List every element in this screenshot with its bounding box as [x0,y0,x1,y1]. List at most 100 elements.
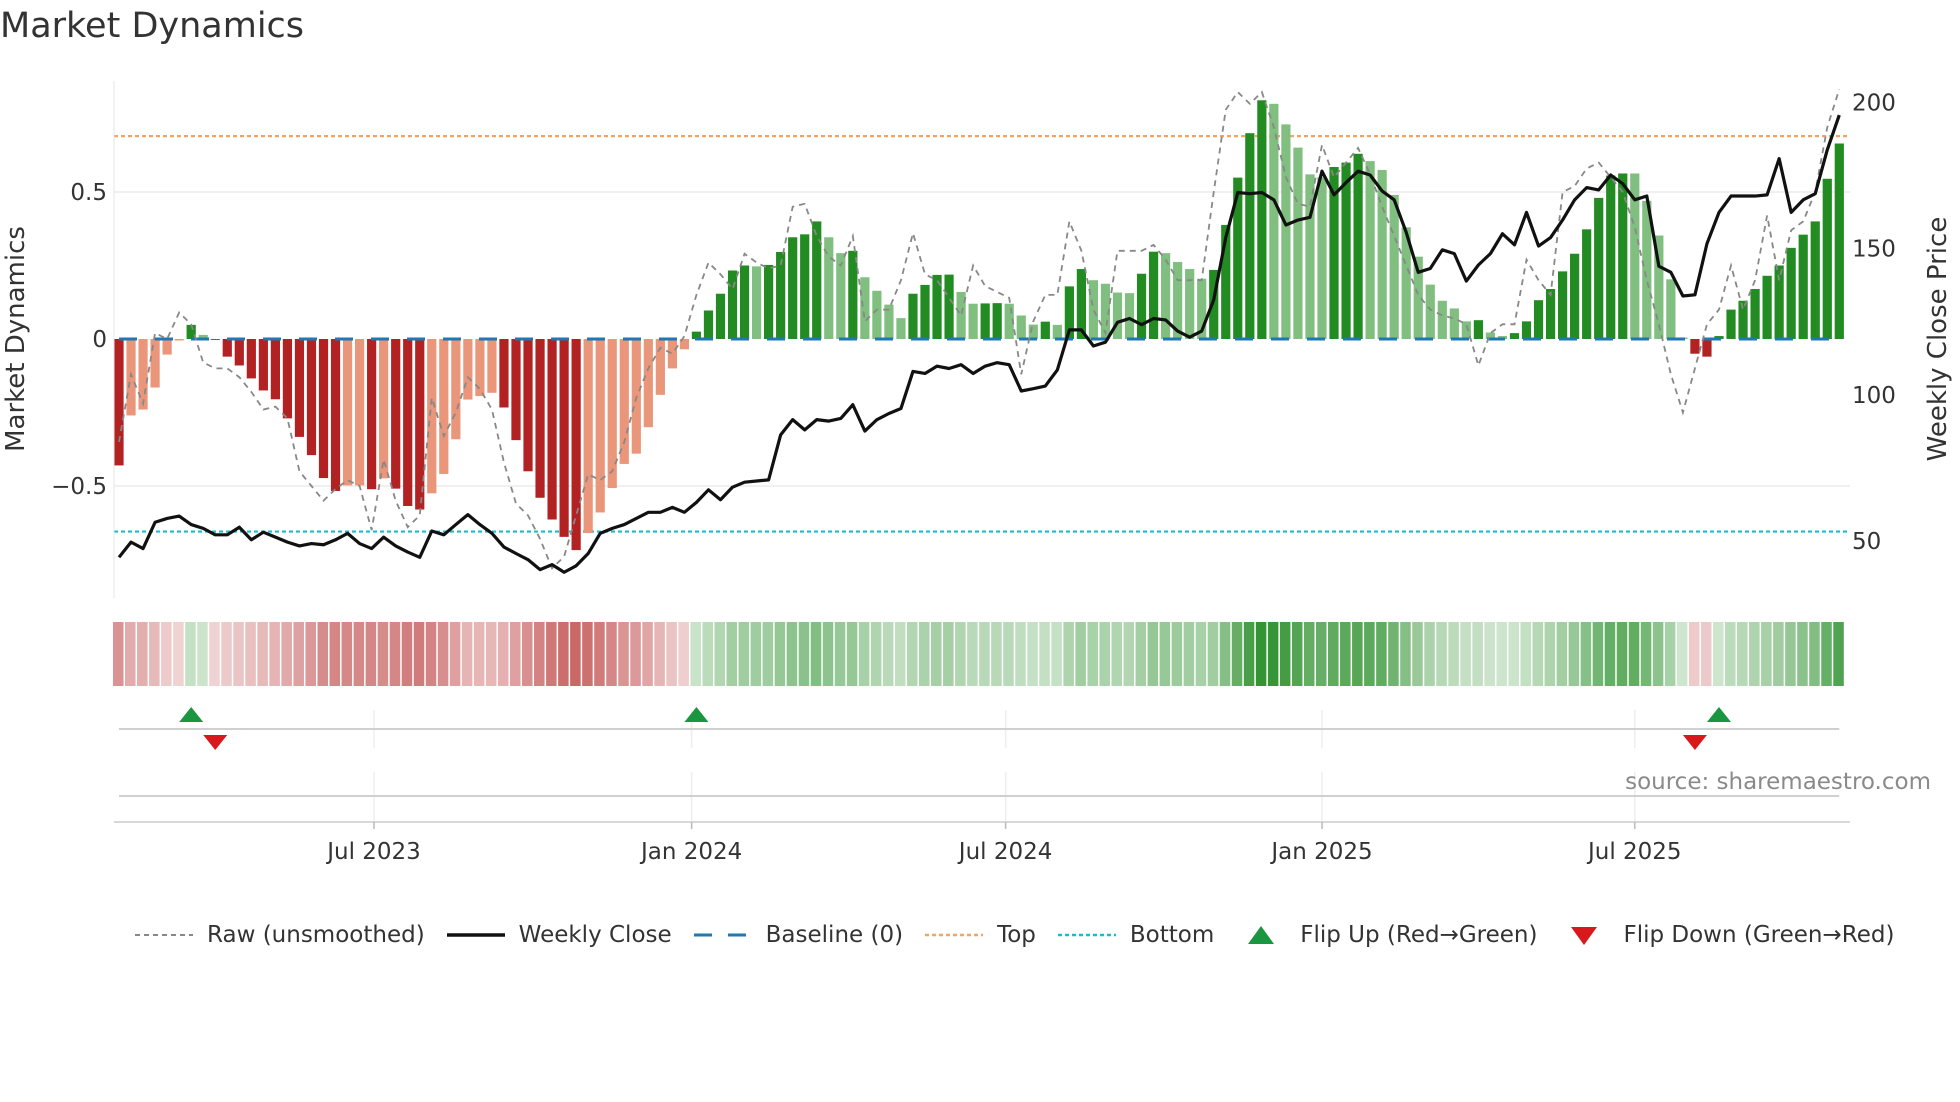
strip-cell [1700,622,1712,686]
strip-cell [1340,622,1351,686]
y2-tick-label: 150 [1852,237,1896,263]
strip-cell [1291,622,1303,686]
bar [727,270,738,339]
y-tick-label: 0.5 [70,180,107,206]
bar [1148,251,1159,339]
strip-cell [112,622,124,686]
strip-cell [931,622,942,686]
bar [872,290,882,339]
bar [908,293,918,339]
strip-cell [1568,622,1580,686]
dotted-line-icon [1057,933,1116,937]
strip-cell [726,622,738,686]
strip-cell [991,622,1002,686]
bar [860,277,870,339]
strip-cell [1388,622,1399,686]
strip-cell [858,622,870,686]
strip-cell [353,622,365,686]
strip-cell [906,622,918,686]
strip-cell [762,622,774,686]
strip-cell [1785,622,1796,686]
bar [379,339,389,479]
bar [1690,339,1700,354]
strip-cell [594,622,605,686]
strip-cell [281,622,292,686]
bar [571,339,581,551]
bar [138,339,148,410]
bar [523,339,533,472]
strip-cell [425,622,437,686]
bar [848,250,858,339]
bar [607,339,617,489]
strip-cell [1159,622,1171,686]
strip-cell [1111,622,1123,686]
bar [415,339,425,510]
strip-cell [473,622,485,686]
strip-cell [413,622,425,686]
legend-item-raw: Raw (unsmoothed) [135,922,425,948]
strip-cell [497,622,509,686]
strip-cell [750,622,762,686]
strip-cell [1051,622,1062,686]
strip-cell [1219,622,1231,686]
bar [391,339,401,489]
strip-cell [461,622,473,686]
strip-cell [305,622,316,686]
legend-label: Flip Up (Red→Green) [1300,922,1538,948]
bar [812,221,822,339]
y-tick-label: −0.5 [51,474,107,500]
bar [427,339,437,494]
strip-cell [786,622,798,686]
bar [1124,293,1135,339]
bar [1810,221,1820,339]
strip-cell [1688,622,1700,686]
bar [1798,234,1808,339]
x-tick-label: Jan 2024 [639,839,742,865]
strip-cell [1003,622,1014,686]
bar [1449,308,1459,339]
bar [1618,173,1628,339]
strip-cell [678,622,689,686]
strip-cell [209,622,220,686]
strip-cell [1352,622,1363,686]
strip-cell [774,622,786,686]
strip-cell [1809,622,1820,686]
bar [1666,279,1676,339]
bar [1040,321,1050,339]
bar [1786,247,1796,339]
strip-cell [377,622,389,686]
strip-cell [1207,622,1219,686]
legend-item-top: Top [925,922,1036,948]
bar [547,339,557,520]
bar [234,339,244,366]
strip-cell [1039,622,1050,686]
bar [1281,124,1291,339]
bar [282,339,293,419]
strip-cell [822,622,834,686]
bar [1052,324,1062,339]
bar [318,339,329,479]
bar [1822,178,1832,339]
bar [559,339,569,537]
triangle-down-icon [1571,927,1598,945]
y2-tick-label: 100 [1852,383,1896,409]
bar [535,339,545,498]
strip-cell [1424,622,1435,686]
strip-cell [341,622,353,686]
strip-cell [666,622,677,686]
strip-cell [1171,622,1183,686]
strip-cell [485,622,497,686]
strip-cell [1027,622,1038,686]
bar [715,293,726,339]
legend-item-flip-up: Flip Up (Red→Green) [1246,922,1537,948]
bar [1437,300,1447,339]
strip-cell [618,622,629,686]
bar [788,237,798,339]
strip-cell [1580,622,1592,686]
y2-tick-label: 200 [1852,91,1896,117]
legend-label: Weekly Close [518,922,672,948]
bar [980,303,990,339]
strip-cell [1712,622,1724,686]
strip-cell [955,622,966,686]
strip-cell [245,622,256,686]
